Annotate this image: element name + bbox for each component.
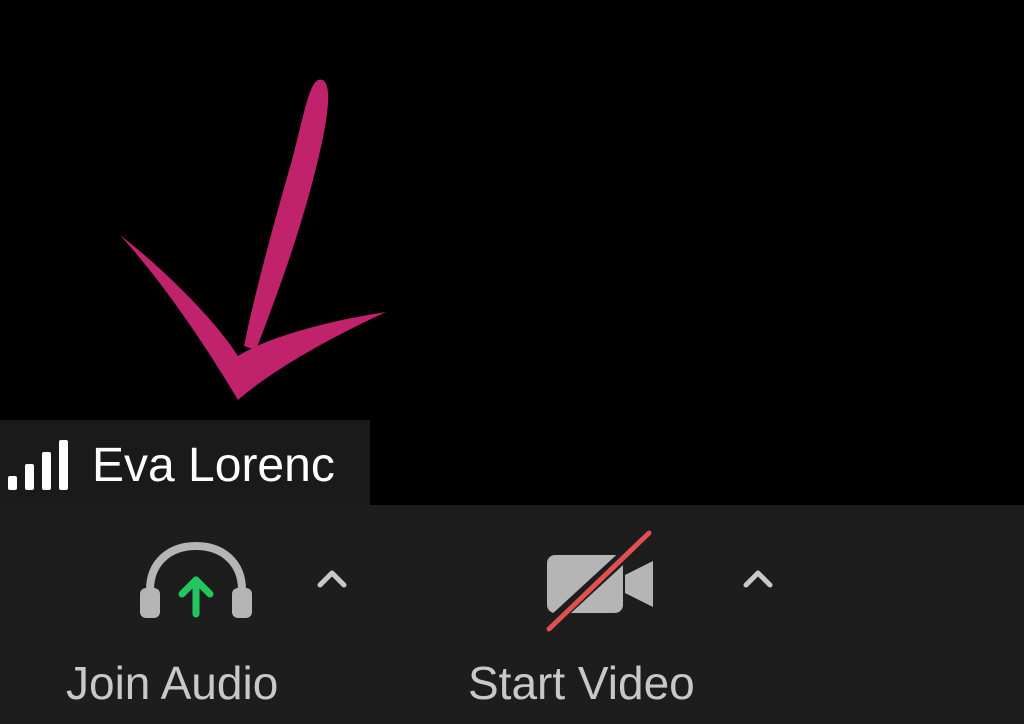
video-camera-off-icon <box>545 529 655 633</box>
headphones-icon <box>140 541 252 618</box>
audio-options-caret-icon[interactable] <box>314 567 350 591</box>
video-area: Eva Lorenc <box>0 0 1024 505</box>
meeting-window: Eva Lorenc Join Audio Start Video <box>0 0 1024 724</box>
start-video-button[interactable]: Start Video <box>440 505 773 724</box>
signal-bars-icon <box>8 440 68 490</box>
video-options-caret-icon[interactable] <box>740 567 776 591</box>
join-audio-button[interactable]: Join Audio <box>40 505 347 724</box>
start-video-label: Start Video <box>468 657 695 709</box>
meeting-toolbar: Join Audio Start Video <box>0 505 1024 724</box>
participant-name: Eva Lorenc <box>92 439 335 492</box>
participant-name-tag: Eva Lorenc <box>0 420 370 505</box>
join-audio-label: Join Audio <box>66 657 279 709</box>
